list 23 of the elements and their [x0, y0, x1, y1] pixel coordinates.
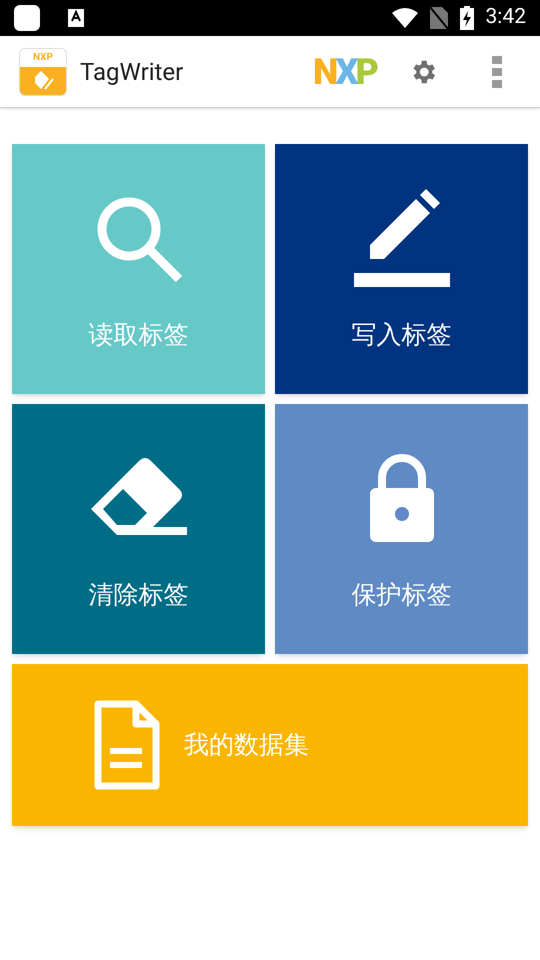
padlock-icon: [368, 454, 436, 544]
wifi-icon: [392, 8, 418, 28]
battery-charging-icon: [460, 6, 474, 30]
no-sim-icon: [430, 7, 448, 29]
text-icon: [68, 9, 84, 27]
notification-icon: [14, 5, 40, 31]
tile-label: 我的数据集: [184, 729, 309, 762]
tile-button[interactable]: 我的数据集: [12, 664, 528, 826]
app-icon-logo: NXP: [33, 52, 53, 62]
tile-button[interactable]: 保护标签: [275, 404, 528, 654]
more-options-icon[interactable]: [492, 56, 502, 88]
tile-button[interactable]: 写入标签: [275, 144, 528, 394]
tile-label: 保护标签: [352, 579, 452, 612]
tile-label: 读取标签: [88, 319, 188, 352]
pencil-icon: [352, 189, 452, 290]
tile-label: 写入标签: [352, 319, 452, 352]
clock-time: 3:42: [486, 4, 526, 32]
tile-button[interactable]: 读取标签: [12, 144, 265, 394]
brand-logo: NXP: [312, 54, 376, 90]
document-icon: [92, 700, 160, 790]
app-title: TagWriter: [80, 56, 184, 88]
tile-button[interactable]: 清除标签: [12, 404, 265, 654]
tile-label: 清除标签: [88, 579, 188, 612]
